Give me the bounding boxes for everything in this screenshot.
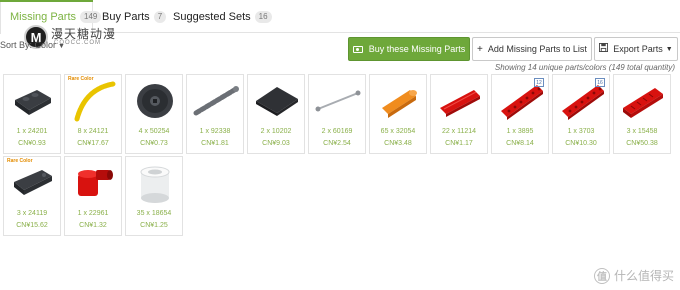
- part-yellow-flex-tube-image: [74, 81, 116, 122]
- part-quantity[interactable]: 2 x 60169: [309, 128, 365, 135]
- part-image[interactable]: [434, 78, 486, 124]
- part-card[interactable]: 16 1 x 3703 CN¥10.30: [552, 74, 610, 154]
- part-price: CN¥10.30: [565, 140, 597, 147]
- part-quantity[interactable]: 1 x 3895: [492, 128, 548, 135]
- part-card[interactable]: 1 x 24201 CN¥0.93: [3, 74, 61, 154]
- part-gray-chain-link-image: [315, 90, 361, 112]
- money-icon: [352, 45, 363, 53]
- save-icon: [599, 43, 609, 55]
- part-red-axle-pin-image: [440, 90, 480, 117]
- sort-label: Sort By:: [0, 40, 33, 50]
- buy-button-label: Buy these Missing Parts: [368, 44, 466, 54]
- part-price: CN¥3.48: [384, 140, 412, 147]
- part-card[interactable]: 65 x 32054 CN¥3.48: [369, 74, 427, 154]
- part-image[interactable]: [312, 78, 364, 124]
- part-image[interactable]: [68, 78, 120, 124]
- part-quantity[interactable]: 1 x 24201: [4, 128, 60, 135]
- part-quantity[interactable]: 8 x 24121: [65, 128, 121, 135]
- part-image[interactable]: [190, 78, 242, 124]
- part-price: CN¥15.62: [16, 222, 48, 229]
- part-card[interactable]: 1 x 92338 CN¥1.81: [186, 74, 244, 154]
- tab-label: Suggested Sets: [173, 10, 251, 23]
- part-red-technic-beam-image: [501, 85, 543, 120]
- part-image[interactable]: [129, 160, 181, 206]
- part-price: CN¥1.25: [140, 222, 168, 229]
- part-card[interactable]: 1 x 22961 CN¥1.32: [64, 156, 122, 236]
- part-red-panel-image: [623, 88, 663, 118]
- part-card[interactable]: Rare Color 3 x 24119 CN¥15.62: [3, 156, 61, 236]
- export-parts-button[interactable]: Export Parts ▼: [594, 37, 678, 61]
- part-card[interactable]: 2 x 10202 CN¥9.03: [247, 74, 305, 154]
- part-dark-slope-plate-image: [15, 90, 51, 115]
- export-button-label: Export Parts: [613, 44, 663, 54]
- part-quantity[interactable]: 35 x 18654: [126, 210, 182, 217]
- part-quantity[interactable]: 1 x 92338: [187, 128, 243, 135]
- part-card[interactable]: Rare Color 8 x 24121 CN¥17.67: [64, 74, 122, 154]
- part-dark-slope-brick-image: [14, 170, 52, 195]
- part-price: CN¥1.32: [79, 222, 107, 229]
- part-card[interactable]: 3 x 15458 CN¥50.38: [613, 74, 671, 154]
- part-price: CN¥8.14: [506, 140, 534, 147]
- part-image[interactable]: [617, 78, 669, 124]
- part-price: CN¥0.73: [140, 140, 168, 147]
- part-length-badge: 12: [534, 78, 544, 87]
- part-quantity[interactable]: 1 x 22961: [65, 210, 121, 217]
- part-gray-chain-image: [193, 86, 239, 116]
- tab-suggested-sets[interactable]: Suggested Sets 16: [173, 0, 272, 33]
- sort-by-selector[interactable]: Sort By: Color ▼: [0, 40, 65, 50]
- part-dark-wheel-image: [137, 84, 173, 118]
- part-price: CN¥9.03: [262, 140, 290, 147]
- part-quantity[interactable]: 3 x 15458: [614, 128, 670, 135]
- parts-summary: Showing 14 unique parts/colors (149 tota…: [494, 63, 675, 72]
- part-card[interactable]: 35 x 18654 CN¥1.25: [125, 156, 183, 236]
- rare-color-badge: Rare Color: [7, 158, 33, 164]
- part-price: CN¥50.38: [626, 140, 658, 147]
- watermark-badge-icon: 值: [593, 267, 610, 284]
- part-quantity[interactable]: 4 x 50254: [126, 128, 182, 135]
- part-card[interactable]: 12 1 x 3895 CN¥8.14: [491, 74, 549, 154]
- part-price: CN¥0.93: [18, 140, 46, 147]
- sort-value: Color: [34, 40, 57, 50]
- part-card[interactable]: 2 x 60169 CN¥2.54: [308, 74, 366, 154]
- part-price: CN¥17.67: [77, 140, 109, 147]
- add-button-label: Add Missing Parts to List: [487, 44, 587, 54]
- buy-missing-parts-button[interactable]: Buy these Missing Parts: [348, 37, 470, 61]
- part-length-badge: 16: [595, 78, 605, 87]
- part-image[interactable]: [7, 160, 59, 206]
- part-quantity[interactable]: 22 x 11214: [431, 128, 487, 135]
- watermark-text: 什么值得买: [613, 269, 674, 283]
- tab-count-badge: 16: [254, 10, 272, 23]
- part-quantity[interactable]: 65 x 32054: [370, 128, 426, 135]
- part-price: CN¥1.81: [201, 140, 229, 147]
- part-image[interactable]: [7, 78, 59, 124]
- part-price: CN¥1.17: [445, 140, 473, 147]
- footer-watermark: 值 什么值得买: [593, 267, 674, 284]
- part-card[interactable]: 22 x 11214 CN¥1.17: [430, 74, 488, 154]
- part-price: CN¥2.54: [323, 140, 351, 147]
- part-red-technic-beam-image: [562, 85, 604, 120]
- rare-color-badge: Rare Color: [68, 76, 94, 82]
- plus-icon: +: [477, 43, 483, 55]
- tab-count-badge: 7: [153, 10, 167, 23]
- part-quantity[interactable]: 2 x 10202: [248, 128, 304, 135]
- part-red-axle-connector-image: [78, 170, 113, 196]
- chevron-down-icon: ▼: [58, 43, 65, 50]
- part-image[interactable]: [129, 78, 181, 124]
- caret-down-icon: ▼: [665, 45, 673, 53]
- part-dark-tile-6x6-image: [256, 87, 298, 116]
- part-white-round-beam-image: [140, 166, 170, 203]
- add-to-list-button[interactable]: + Add Missing Parts to List: [472, 37, 592, 61]
- part-image[interactable]: [251, 78, 303, 124]
- part-card[interactable]: 4 x 50254 CN¥0.73: [125, 74, 183, 154]
- tab-label: Buy Parts: [102, 10, 150, 23]
- part-quantity[interactable]: 3 x 24119: [4, 210, 60, 217]
- part-orange-pin-image: [382, 90, 417, 118]
- part-image[interactable]: [373, 78, 425, 124]
- part-quantity[interactable]: 1 x 3703: [553, 128, 609, 135]
- part-image[interactable]: [68, 160, 120, 206]
